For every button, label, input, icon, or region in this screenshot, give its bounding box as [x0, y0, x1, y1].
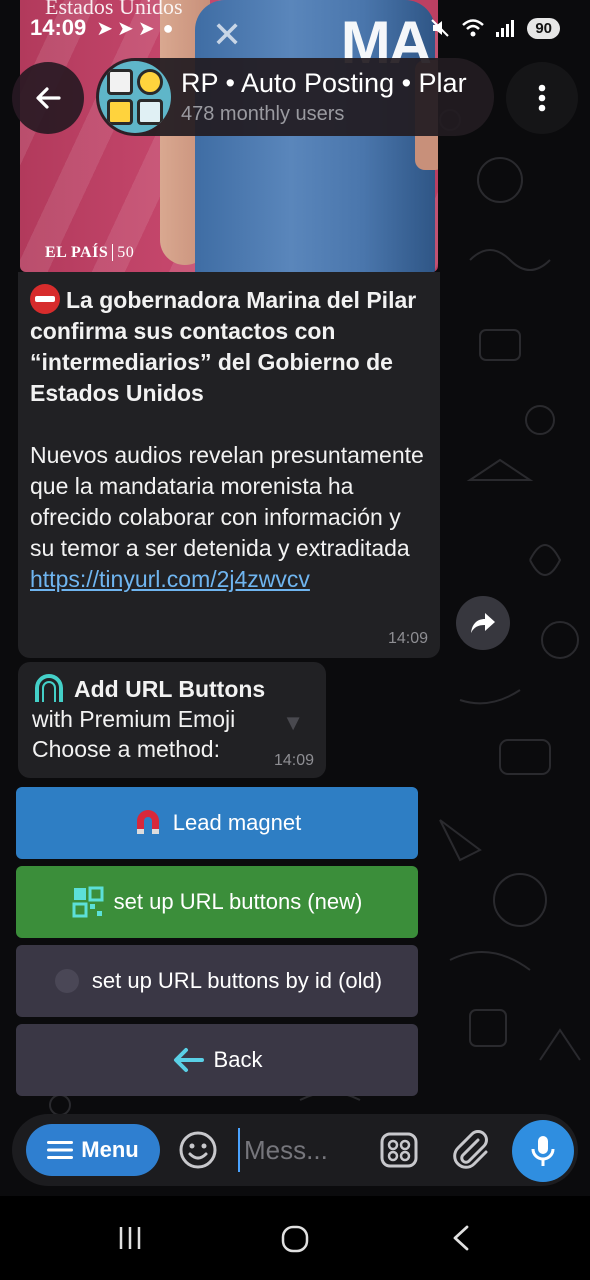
setup-old-label: set up URL buttons by id (old)	[91, 968, 383, 993]
more-vertical-icon	[538, 84, 546, 112]
arrow-left-icon	[173, 1048, 204, 1072]
microphone-icon	[531, 1136, 555, 1166]
chevron-down-icon: ▼	[282, 710, 304, 735]
avatar-trash-icon	[137, 99, 163, 125]
lead-magnet-label: Lead magnet	[172, 810, 302, 835]
bot-message-title: Add URL Buttons	[32, 674, 312, 704]
hamburger-icon	[47, 1141, 74, 1159]
notification-dot-icon: ●	[162, 17, 174, 38]
message-headline: La gobernadora Marina del Pilar confirma…	[30, 284, 428, 409]
bot-message-line2: Choose a method:	[32, 736, 220, 762]
status-bar: 14:09 ➤ ➤ ➤ ● 90	[0, 0, 590, 56]
message-input[interactable]	[238, 1128, 378, 1172]
setup-new-label: set up URL buttons (new)	[113, 889, 363, 914]
bot-keyboard-icon[interactable]	[380, 1132, 418, 1168]
signal-icon	[496, 20, 515, 37]
bot-message-line1: with Premium Emoji	[32, 706, 236, 732]
avatar-calendar-icon	[107, 69, 133, 95]
magnet-icon	[136, 810, 159, 834]
avatar-envelope-icon	[107, 99, 133, 125]
bot-message-bubble[interactable]: Add URL Buttons with Premium Emoji Choos…	[18, 662, 326, 778]
recent-apps-icon[interactable]	[116, 1224, 144, 1252]
back-button[interactable]	[12, 62, 84, 134]
placeholder-emoji-icon	[54, 969, 79, 993]
photo-brand-number: 50	[112, 244, 135, 261]
back-keyboard-button[interactable]: Back	[16, 1024, 418, 1096]
battery-indicator: 90	[527, 17, 560, 39]
message-body: Nuevos audios revelan presuntamente que …	[30, 442, 424, 561]
bot-message-time: 14:09	[273, 752, 314, 769]
no-entry-emoji-icon	[30, 284, 60, 314]
message-headline-text: La gobernadora Marina del Pilar confirma…	[30, 287, 417, 406]
status-icons: 90	[429, 17, 560, 39]
message-time: 14:09	[387, 630, 428, 647]
message-link[interactable]: https://tinyurl.com/2j4zwvcv	[30, 566, 310, 592]
menu-label: Menu	[81, 1137, 139, 1162]
close-icon[interactable]: ✕	[212, 14, 242, 56]
share-arrow-icon	[471, 613, 495, 633]
voice-record-button[interactable]	[512, 1120, 574, 1182]
paperclip-icon[interactable]	[452, 1130, 490, 1170]
back-label: Back	[213, 1047, 263, 1072]
chat-subtitle: 478 monthly users	[181, 103, 345, 125]
home-icon[interactable]	[280, 1224, 310, 1254]
bot-avatar	[99, 61, 171, 133]
message-input-bar: Menu	[12, 1114, 578, 1186]
menu-button[interactable]: Menu	[26, 1124, 160, 1176]
wifi-icon	[462, 19, 485, 37]
setup-url-buttons-old-button[interactable]: set up URL buttons by id (old)	[16, 945, 418, 1017]
news-message-bubble[interactable]: La gobernadora Marina del Pilar confirma…	[18, 272, 440, 658]
setup-url-buttons-new-button[interactable]: set up URL buttons (new)	[16, 866, 418, 938]
emoji-icon[interactable]	[178, 1130, 218, 1170]
chat-title: RP • Auto Posting • Plar	[181, 68, 467, 98]
telegram-icon: ➤	[96, 17, 114, 40]
magnet-emoji-icon	[35, 674, 63, 702]
lead-magnet-button[interactable]: Lead magnet	[16, 787, 418, 859]
system-navigation-bar	[0, 1196, 590, 1280]
photo-brand: EL PAÍS 50	[45, 244, 135, 262]
back-nav-icon[interactable]	[450, 1224, 472, 1252]
more-options-button[interactable]	[506, 62, 578, 134]
header-text: RP • Auto Posting • Plar 478 monthly use…	[181, 68, 467, 126]
qr-grid-icon	[72, 886, 104, 918]
telegram-icon: ➤	[137, 17, 155, 40]
avatar-clock-icon	[137, 69, 163, 95]
status-time: 14:09	[30, 15, 87, 40]
share-button[interactable]	[456, 596, 510, 650]
photo-brand-name: EL PAÍS	[45, 244, 109, 261]
mute-icon	[431, 19, 450, 37]
telegram-icon: ➤	[117, 17, 134, 40]
bot-title-text: Add URL Buttons	[74, 676, 266, 702]
chat-header[interactable]: RP • Auto Posting • Plar 478 monthly use…	[96, 58, 494, 136]
arrow-left-icon	[36, 87, 61, 109]
